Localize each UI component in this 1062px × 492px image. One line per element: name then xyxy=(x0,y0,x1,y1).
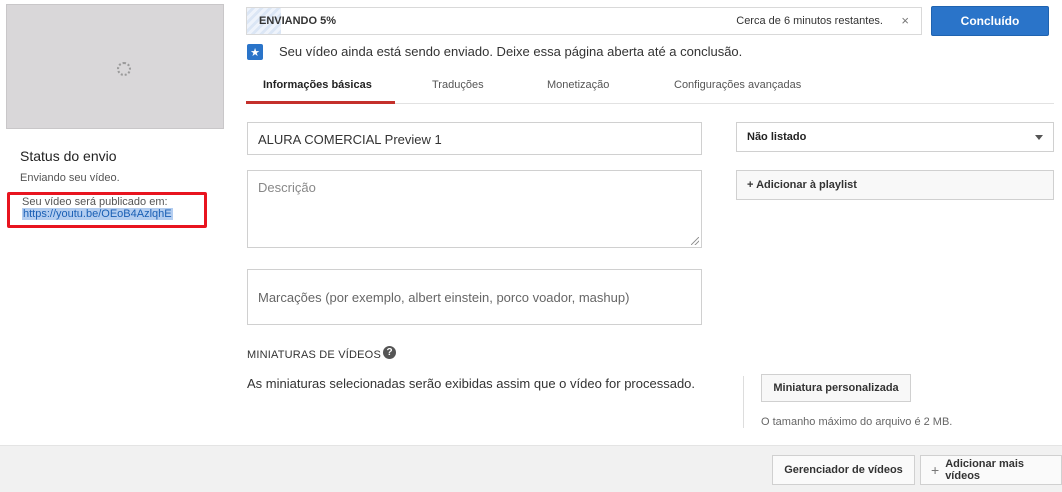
publish-url-label: Seu vídeo será publicado em: xyxy=(22,196,168,208)
plus-icon: + xyxy=(931,462,940,478)
chevron-down-icon xyxy=(1035,135,1043,140)
description-placeholder: Descrição xyxy=(258,180,316,195)
done-button[interactable]: Concluído xyxy=(931,6,1049,36)
thumbnails-info-text: As miniaturas selecionadas serão exibida… xyxy=(247,376,696,391)
thumbnails-section-title: MINIATURAS DE VÍDEOS xyxy=(247,349,381,361)
max-file-size-text: O tamanho máximo do arquivo é 2 MB. xyxy=(761,416,953,428)
time-remaining-text: Cerca de 6 minutos restantes. xyxy=(736,15,883,27)
star-icon: ★ xyxy=(247,44,263,60)
tab-basic-info[interactable]: Informações básicas xyxy=(263,79,372,91)
upload-progress-label: ENVIANDO 5% xyxy=(259,15,337,27)
upload-progress-bar: ENVIANDO 5% Cerca de 6 minutos restantes… xyxy=(246,7,922,35)
publish-url-link[interactable]: https://youtu.be/OEoB4AzlqhE xyxy=(22,208,173,220)
help-icon[interactable]: ? xyxy=(383,346,396,359)
resize-handle-icon[interactable] xyxy=(691,237,699,245)
tab-monetization[interactable]: Monetização xyxy=(547,79,609,91)
loading-spinner-icon xyxy=(117,62,131,76)
upload-status-title: Status do envio xyxy=(20,148,117,164)
video-thumbnail-placeholder xyxy=(6,4,224,129)
tab-translations[interactable]: Traduções xyxy=(432,79,484,91)
upload-status-text: Enviando seu vídeo. xyxy=(20,172,120,184)
upload-notice: Seu vídeo ainda está sendo enviado. Deix… xyxy=(279,44,743,59)
add-more-videos-button[interactable]: + Adicionar mais vídeos xyxy=(920,455,1062,485)
description-textarea[interactable]: Descrição xyxy=(247,170,702,248)
video-manager-button[interactable]: Gerenciador de vídeos xyxy=(772,455,915,485)
privacy-select[interactable]: Não listado xyxy=(736,122,1054,152)
add-more-videos-label: Adicionar mais vídeos xyxy=(945,458,1025,482)
custom-thumbnail-button[interactable]: Miniatura personalizada xyxy=(761,374,911,402)
thumbnails-divider xyxy=(743,376,744,428)
active-tab-indicator xyxy=(246,101,395,104)
tags-input[interactable]: Marcações (por exemplo, albert einstein,… xyxy=(247,269,702,325)
close-icon[interactable]: × xyxy=(901,13,909,28)
tab-advanced-settings[interactable]: Configurações avançadas xyxy=(674,79,801,91)
video-title-input[interactable]: ALURA COMERCIAL Preview 1 xyxy=(247,122,702,155)
add-to-playlist-button[interactable]: + Adicionar à playlist xyxy=(736,170,1054,200)
privacy-select-value: Não listado xyxy=(747,131,807,143)
